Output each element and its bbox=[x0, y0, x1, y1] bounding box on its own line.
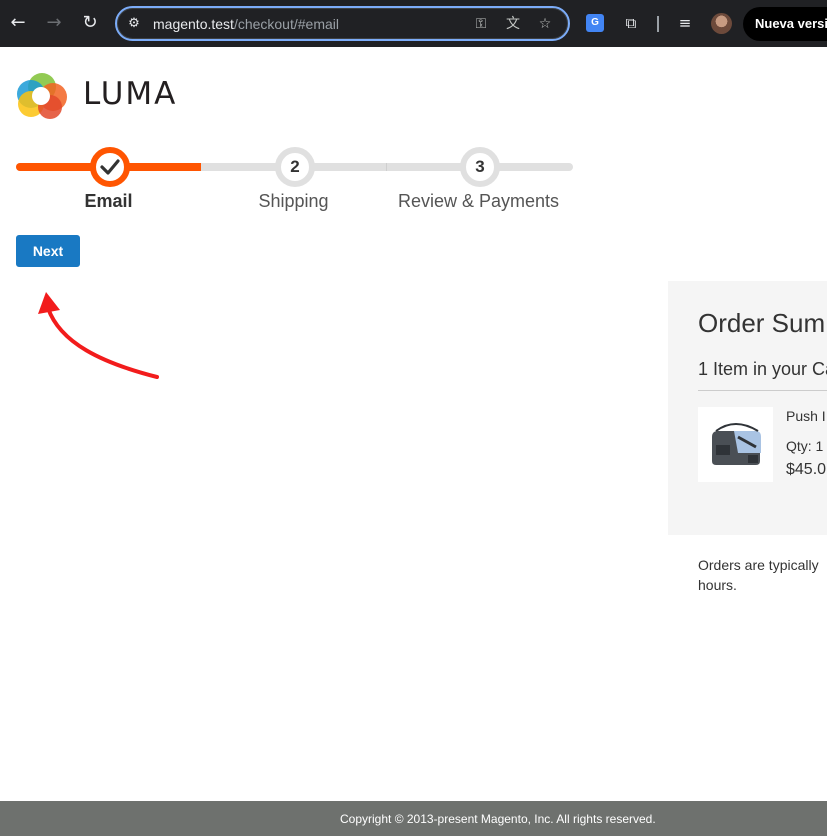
extensions-puzzle-icon[interactable]: ⧉ bbox=[620, 12, 642, 34]
url-text[interactable]: magento.test/checkout/#email bbox=[153, 15, 339, 33]
translate-icon[interactable]: 文 bbox=[503, 15, 523, 33]
order-summary-panel: Order Sum 1 Item in your Ca Push I Qty: … bbox=[668, 281, 827, 535]
step-email-label: Email bbox=[84, 191, 133, 211]
step-shipping-label: Shipping bbox=[258, 191, 329, 211]
key-icon[interactable]: ⚿ bbox=[471, 15, 491, 33]
step-shipping[interactable]: 2 Shipping bbox=[201, 145, 386, 215]
profile-avatar[interactable] bbox=[711, 13, 732, 34]
update-button[interactable]: Nueva versi bbox=[743, 7, 827, 41]
logo-text: LUMA bbox=[83, 76, 178, 112]
page-footer: Copyright © 2013-present Magento, Inc. A… bbox=[0, 801, 827, 836]
step-email-check-icon bbox=[90, 147, 130, 187]
step-email[interactable]: Email bbox=[16, 145, 201, 215]
next-button[interactable]: Next bbox=[16, 235, 80, 267]
shipping-note: Orders are typically hours. bbox=[698, 555, 827, 595]
product-thumbnail bbox=[698, 407, 773, 482]
copyright-text: Copyright © 2013-present Magento, Inc. A… bbox=[340, 812, 656, 826]
site-info-icon[interactable]: ⚙ bbox=[125, 15, 143, 33]
media-controls-icon[interactable]: ≡ bbox=[674, 12, 696, 34]
order-summary-title: Order Sum bbox=[698, 308, 826, 338]
luma-logo-icon[interactable] bbox=[16, 70, 68, 120]
annotation-arrow-icon bbox=[38, 292, 159, 379]
forward-icon[interactable]: → bbox=[42, 11, 66, 35]
step-shipping-number: 2 bbox=[275, 147, 315, 187]
browser-toolbar: ← → ↻ ⚙ magento.test/checkout/#email ⚿ 文… bbox=[0, 0, 827, 47]
google-translate-extension-icon[interactable]: G bbox=[586, 14, 604, 32]
reload-icon[interactable]: ↻ bbox=[78, 11, 102, 35]
step-review-payments[interactable]: 3 Review & Payments bbox=[386, 145, 571, 215]
checkout-progress-bar: Email 2 Shipping 3 Review & Payments bbox=[16, 145, 573, 215]
cart-item-count[interactable]: 1 Item in your Ca bbox=[698, 359, 827, 380]
shipping-note-line-2: hours. bbox=[698, 577, 737, 593]
url-path: /checkout/#email bbox=[233, 16, 339, 32]
toolbar-divider bbox=[657, 16, 659, 32]
url-host: magento.test bbox=[153, 16, 234, 32]
bookmark-star-icon[interactable]: ☆ bbox=[535, 15, 555, 33]
step-review-label: Review & Payments bbox=[397, 191, 560, 211]
summary-divider bbox=[698, 390, 827, 391]
shipping-note-line-1: Orders are typically bbox=[698, 557, 819, 573]
product-name: Push I bbox=[786, 408, 826, 424]
product-price: $45.0 bbox=[786, 461, 827, 478]
product-qty: Qty: 1 bbox=[786, 438, 824, 454]
address-bar[interactable]: ⚙ magento.test/checkout/#email ⚿ 文 ☆ bbox=[115, 6, 570, 41]
back-icon[interactable]: ← bbox=[6, 11, 30, 35]
step-review-number: 3 bbox=[460, 147, 500, 187]
